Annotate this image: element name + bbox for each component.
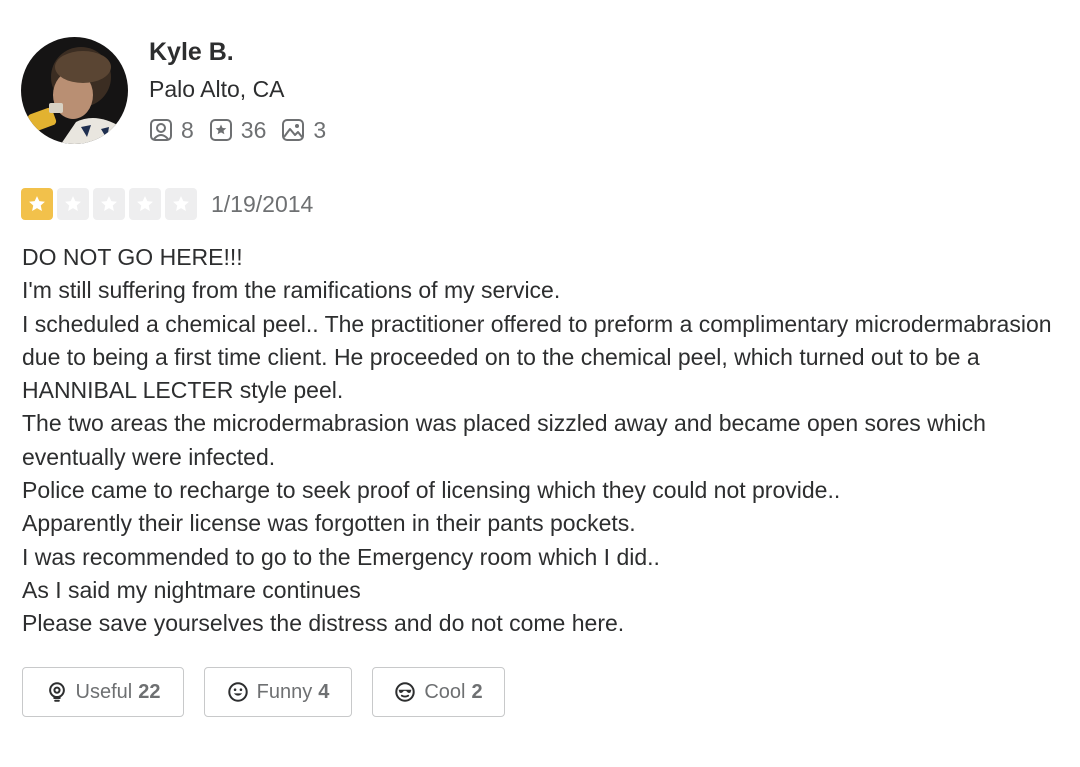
- review-date: 1/19/2014: [211, 190, 314, 217]
- user-name[interactable]: Kyle B.: [149, 38, 234, 67]
- cool-count: 2: [471, 680, 483, 703]
- star-empty: [57, 188, 89, 220]
- review-text-line: As I said my nightmare continues: [22, 576, 361, 603]
- star-icon: [137, 196, 153, 211]
- review-text-line: DO NOT GO HERE!!!: [22, 244, 243, 270]
- funny-count: 4: [318, 680, 330, 703]
- reviews-stat: 36: [209, 116, 267, 144]
- review-text: DO NOT GO HERE!!! I'm still suffering fro…: [22, 241, 1077, 641]
- cool-label: Cool: [424, 680, 466, 703]
- funny-label: Funny: [256, 680, 313, 703]
- cool-button[interactable]: Cool 2: [372, 667, 505, 717]
- lightbulb-icon: [48, 682, 65, 702]
- review-text-line: Apparently their license was forgotten i…: [22, 510, 636, 537]
- review-star-icon: [209, 119, 232, 141]
- photo-icon: [282, 119, 305, 141]
- friends-icon: [150, 119, 172, 141]
- star-empty: [93, 188, 125, 220]
- avatar[interactable]: [21, 37, 128, 144]
- sunglasses-icon: [395, 682, 416, 702]
- review-text-line: I'm still suffering from the ramificatio…: [22, 277, 561, 304]
- reaction-buttons: Useful 22 Funny 4 Cool 2: [22, 667, 525, 717]
- smile-icon: [227, 682, 248, 702]
- review-text-line: I scheduled a chemical peel.. The practi…: [22, 310, 1052, 404]
- reviews-count: 36: [240, 116, 267, 143]
- user-location: Palo Alto, CA: [149, 76, 285, 102]
- review-text-line: Police came to recharge to seek proof of…: [22, 477, 841, 504]
- star-filled: [21, 188, 53, 220]
- rating-row: 1/19/2014: [21, 187, 313, 221]
- star-rating: [21, 188, 201, 220]
- star-empty: [129, 188, 161, 220]
- star-icon: [29, 196, 45, 211]
- star-icon: [101, 196, 117, 211]
- star-icon: [173, 196, 189, 211]
- star-icon: [65, 196, 81, 211]
- avatar-photo: [21, 37, 128, 144]
- friends-count: 8: [181, 116, 194, 143]
- star-empty: [165, 188, 197, 220]
- review-card: Kyle B. Palo Alto, CA 8 36 3 1/19/2014 D…: [0, 0, 1080, 767]
- photos-count: 3: [313, 116, 327, 143]
- useful-label: Useful: [75, 680, 133, 703]
- friends-stat: 8: [149, 117, 194, 144]
- user-stats: 8 36 3: [149, 116, 341, 144]
- review-text-line: I was recommended to go to the Emergency…: [22, 543, 660, 570]
- review-text-line: The two areas the microdermabrasion was …: [22, 410, 986, 470]
- useful-count: 22: [138, 680, 161, 703]
- photos-stat: 3: [281, 117, 326, 144]
- useful-button[interactable]: Useful 22: [22, 667, 184, 717]
- funny-button[interactable]: Funny 4: [204, 667, 352, 717]
- review-text-line: Please save yourselves the distress and …: [22, 610, 625, 637]
